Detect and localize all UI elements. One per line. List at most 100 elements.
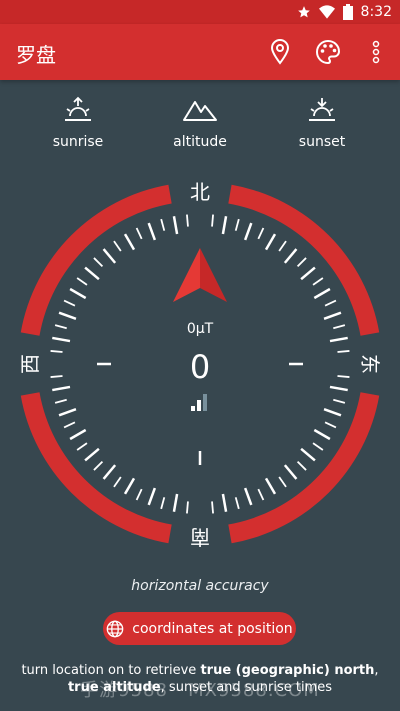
sunset-label: sunset: [298, 134, 346, 150]
compass-tick: [186, 501, 189, 514]
compass-tick: [69, 287, 87, 300]
compass-tick: [243, 222, 253, 241]
cardinal-south: 南: [190, 525, 210, 549]
compass-tick: [186, 214, 189, 227]
compass-tick: [52, 385, 71, 392]
status-bar: 8:32: [0, 0, 400, 24]
compass-tick: [63, 299, 76, 307]
sunset-button[interactable]: sunset: [267, 96, 377, 150]
wifi-icon: [318, 5, 335, 19]
compass-tick: [329, 385, 348, 392]
compass-tick: [221, 493, 228, 512]
compass-tick: [283, 464, 298, 480]
compass-tick: [337, 350, 350, 353]
sunrise-button[interactable]: sunrise: [23, 96, 133, 150]
compass-tick: [211, 214, 214, 227]
coordinates-button[interactable]: coordinates at position: [103, 612, 296, 645]
compass-tick: [296, 257, 307, 268]
compass-tick: [123, 233, 136, 251]
compass-tick: [300, 266, 316, 281]
compass-tick: [63, 421, 76, 429]
compass-tick: [58, 311, 77, 321]
compass-tick: [278, 476, 287, 488]
compass-tick: [102, 248, 117, 264]
compass-tick: [278, 240, 287, 252]
compass-tick: [54, 398, 67, 404]
compass-tick: [264, 233, 277, 251]
app-bar: 罗盘: [0, 24, 400, 80]
compass-tick: [312, 442, 324, 451]
compass-tick: [283, 248, 298, 264]
north-arrow-icon: [173, 248, 227, 302]
compass-tick: [160, 497, 166, 510]
compass-tick: [329, 336, 348, 343]
sunrise-icon: [65, 96, 91, 121]
compass-tick: [76, 442, 88, 451]
compass-tick: [113, 240, 122, 252]
compass-tick: [147, 487, 157, 506]
compass-tick: [257, 227, 265, 240]
app-title: 罗盘: [16, 43, 56, 67]
cardinal-west: 西: [18, 354, 42, 374]
compass-tick: [58, 407, 77, 417]
compass-tick: [54, 324, 67, 330]
cardinal-east: 东: [358, 354, 382, 374]
compass-tick: [135, 488, 143, 501]
compass-tick: [300, 447, 316, 462]
more-vert-icon: [372, 40, 380, 64]
heading-readout: 0: [190, 348, 210, 386]
theme-button[interactable]: [314, 38, 342, 66]
cardinal-north: 北: [190, 180, 210, 204]
compass-tick: [50, 350, 63, 353]
compass-tick: [84, 447, 100, 462]
compass-tick: [312, 277, 324, 286]
compass-tick: [69, 428, 87, 441]
compass-tick: [257, 488, 265, 501]
palette-icon: [316, 39, 341, 65]
compass-tick: [221, 216, 228, 235]
compass-tick: [135, 227, 143, 240]
compass-tick: [113, 476, 122, 488]
altitude-button[interactable]: altitude: [145, 96, 255, 150]
battery-icon: [342, 4, 353, 20]
location-pin-icon: [270, 39, 290, 65]
clock: 8:32: [360, 4, 392, 20]
compass-tick: [84, 266, 100, 281]
compass-tick: [160, 218, 166, 231]
altitude-label: altitude: [173, 134, 227, 150]
overflow-menu-button[interactable]: [362, 38, 390, 66]
watermark: 手游9588 · MX9588.COM: [80, 680, 320, 701]
compass-tick: [313, 287, 331, 300]
compass-tick: [333, 398, 346, 404]
compass-tick: [211, 501, 214, 514]
coordinates-button-label: coordinates at position: [132, 620, 293, 637]
location-button[interactable]: [266, 38, 294, 66]
compass-tick: [52, 336, 71, 343]
compass-tick: [172, 216, 179, 235]
compass-tick: [313, 428, 331, 441]
compass-tick: [323, 311, 342, 321]
compass-tick: [147, 222, 157, 241]
compass-dial: 北 东 南 西 0μT 0: [18, 180, 382, 549]
mountain-icon: [183, 101, 217, 121]
compass-tick: [337, 375, 350, 378]
compass-tick: [264, 477, 277, 495]
accuracy-signal-icon: [191, 394, 207, 411]
sunset-icon: [309, 98, 335, 121]
compass-tick: [102, 464, 117, 480]
compass-tick: [76, 277, 88, 286]
compass-tick: [243, 487, 253, 506]
compass-tick: [93, 460, 104, 471]
compass-tick: [172, 493, 179, 512]
compass-tick: [234, 218, 240, 231]
compass-tick: [323, 407, 342, 417]
sunrise-label: sunrise: [52, 134, 104, 150]
compass-tick: [333, 324, 346, 330]
compass-tick: [324, 421, 337, 429]
compass-tick: [50, 375, 63, 378]
compass-tick: [234, 497, 240, 510]
compass-tick: [324, 299, 337, 307]
horizontal-accuracy-label: horizontal accuracy: [131, 578, 269, 594]
globe-icon: [106, 620, 124, 637]
compass-tick: [93, 257, 104, 268]
